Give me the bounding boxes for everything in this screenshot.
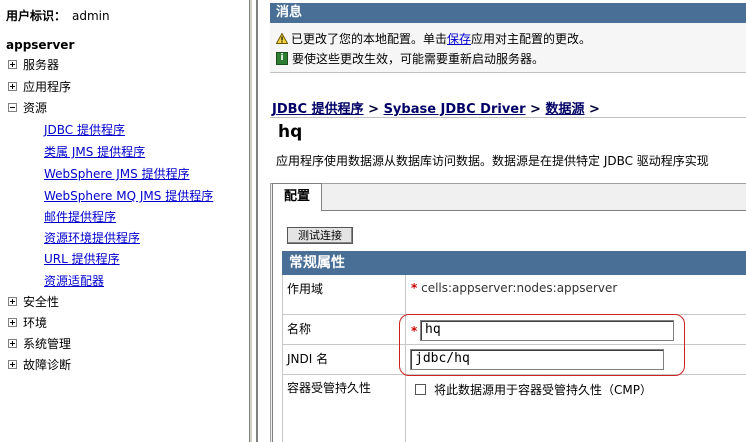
test-connection-button[interactable]: 测试连接 [287, 227, 353, 244]
breadcrumb-divider [270, 117, 746, 118]
user-id-label: 用户标识： [6, 9, 67, 23]
message-line-changes: 已更改了您的本地配置。单击保存应用对主配置的更改。 [276, 30, 591, 48]
jndi-label: JNDI 名 [287, 352, 329, 366]
nav-item-label: 服务器 [23, 58, 60, 72]
cmp-label: 容器受管持久性 [287, 381, 372, 395]
nav-link-resource-adapters[interactable]: 资源适配器 [44, 272, 104, 290]
required-marker: * [411, 281, 418, 295]
section-header-general-properties: 常规属性 [282, 251, 746, 275]
nav-link-generic-jms[interactable]: 类属 JMS 提供程序 [44, 143, 145, 161]
expand-icon[interactable] [8, 360, 17, 369]
nav-link-resource-env-providers[interactable]: 资源环境提供程序 [44, 229, 140, 247]
nav-item-label: 环境 [23, 316, 48, 330]
cmp-checkbox-label: 将此数据源用于容器受管持久性（CMP） [434, 383, 652, 397]
frame-divider[interactable] [249, 0, 252, 442]
breadcrumb-separator: > [363, 102, 384, 117]
scope-label: 作用域 [287, 282, 324, 296]
messages-header: 消息 [270, 3, 746, 23]
message-line-restart: i 要使这些更改生效，可能需要重新启动服务器。 [276, 50, 544, 68]
expand-icon[interactable] [8, 339, 17, 348]
scope-value: cells:appserver:nodes:appserver [421, 281, 618, 295]
message-text: 已更改了您的本地配置。单击 [291, 32, 448, 46]
nav-link-mail-providers[interactable]: 邮件提供程序 [44, 208, 116, 226]
expand-icon[interactable] [8, 82, 17, 91]
server-name: appserver [6, 38, 75, 52]
expand-icon[interactable] [8, 60, 17, 69]
nav-item-resources[interactable]: 资源 [8, 99, 47, 117]
cmp-checkbox[interactable] [415, 384, 426, 395]
nav-item-system-admin[interactable]: 系统管理 [8, 335, 71, 353]
nav-link-websphere-mq-jms[interactable]: WebSphere MQ JMS 提供程序 [44, 187, 213, 205]
nav-item-servers[interactable]: 服务器 [8, 56, 59, 74]
nav-item-troubleshooting[interactable]: 故障诊断 [8, 356, 71, 374]
tab-configuration[interactable]: 配置 [272, 183, 322, 211]
nav-link-jdbc-providers[interactable]: JDBC 提供程序 [44, 121, 125, 139]
frame-divider-shadow [256, 0, 258, 442]
breadcrumb-link-jdbc-providers[interactable]: JDBC 提供程序 [272, 102, 364, 117]
nav-item-label: 资源 [23, 101, 48, 115]
save-link[interactable]: 保存 [447, 32, 471, 46]
nav-link-url-providers[interactable]: URL 提供程序 [44, 250, 120, 268]
breadcrumb: JDBC 提供程序 > Sybase JDBC Driver > 数据源 > [272, 98, 600, 117]
message-text: 应用对主配置的更改。 [471, 32, 592, 46]
nav-link-websphere-jms[interactable]: WebSphere JMS 提供程序 [44, 165, 190, 183]
message-text: 要使这些更改生效，可能需要重新启动服务器。 [292, 52, 545, 66]
nav-item-label: 安全性 [23, 295, 60, 309]
breadcrumb-separator: > [584, 102, 600, 117]
nav-item-security[interactable]: 安全性 [8, 293, 59, 311]
name-label: 名称 [287, 322, 312, 336]
nav-item-label: 系统管理 [23, 337, 72, 351]
page-description: 应用程序使用数据源从数据库访问数据。数据源是在提供特定 JDBC 驱动程序实现 [276, 154, 709, 168]
nav-item-label: 应用程序 [23, 80, 72, 94]
cmp-option[interactable]: 将此数据源用于容器受管持久性（CMP） [415, 381, 652, 398]
nav-item-environment[interactable]: 环境 [8, 314, 47, 332]
nav-item-applications[interactable]: 应用程序 [8, 78, 71, 96]
warning-icon [276, 33, 288, 44]
expand-icon[interactable] [8, 318, 17, 327]
expand-icon[interactable] [8, 297, 17, 306]
nav-item-label: 故障诊断 [23, 358, 72, 372]
breadcrumb-link-sybase-driver[interactable]: Sybase JDBC Driver [384, 102, 526, 117]
user-id-value: admin [72, 9, 110, 23]
collapse-icon[interactable] [8, 103, 17, 112]
breadcrumb-link-data-sources[interactable]: 数据源 [545, 102, 584, 117]
scope-value-line: * cells:appserver:nodes:appserver [411, 281, 617, 295]
info-icon: i [276, 52, 288, 65]
highlight-annotation [399, 314, 685, 376]
user-id-line: 用户标识： admin [6, 7, 110, 24]
page-title: hq [278, 122, 303, 142]
breadcrumb-separator: > [525, 102, 546, 117]
